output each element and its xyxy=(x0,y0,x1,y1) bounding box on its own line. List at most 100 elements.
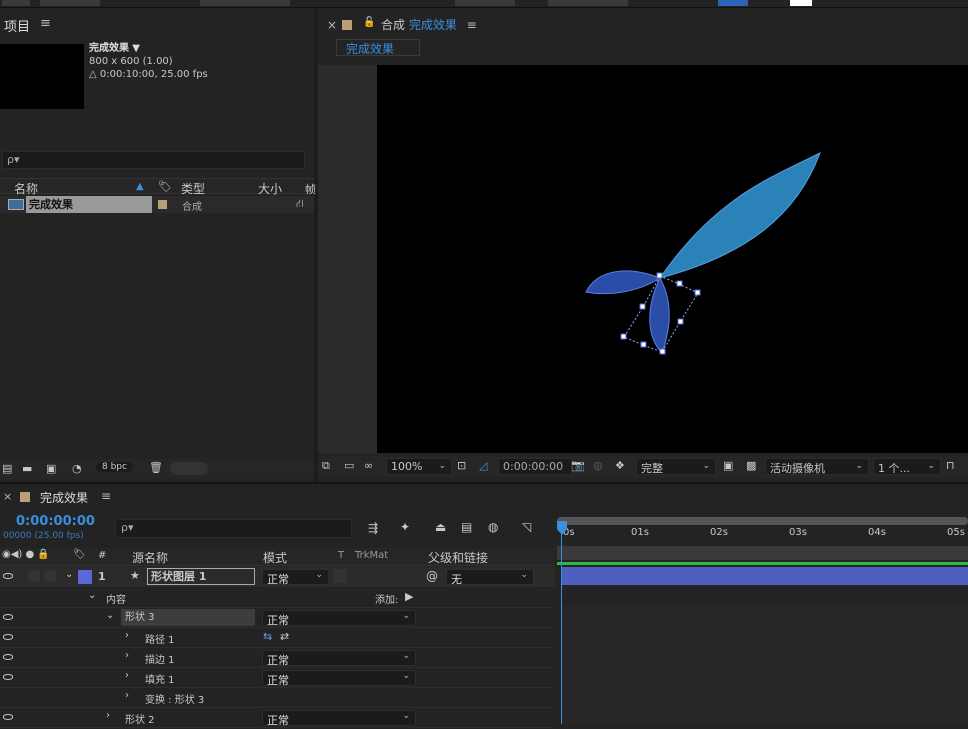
interpret-footage-icon[interactable]: ▤ xyxy=(2,462,12,475)
col-parent[interactable]: 父级和链接 xyxy=(428,549,488,566)
panel-menu-icon[interactable]: ≡ xyxy=(467,18,477,32)
camera-icon[interactable]: 📷 xyxy=(571,459,585,472)
graph-editor-icon[interactable]: ◹ xyxy=(522,520,531,534)
layer-duration-bar[interactable] xyxy=(562,567,968,585)
tool-color-swatch[interactable] xyxy=(790,0,812,6)
chevron-right-icon[interactable]: › xyxy=(125,670,129,681)
chevron-down-icon[interactable]: ⌄ xyxy=(106,610,114,621)
av-features-icons[interactable]: ◉◀) ● 🔒 xyxy=(2,549,50,560)
chevron-right-icon[interactable]: › xyxy=(125,650,129,661)
3d-glasses-icon[interactable]: ∞ xyxy=(364,459,373,472)
add-button-icon[interactable]: ▶ xyxy=(405,590,413,603)
resolution-dropdown[interactable]: 完整 ⌄ xyxy=(636,458,716,475)
lock-icon[interactable]: 🔓 xyxy=(363,17,375,28)
transform-row[interactable]: › 变换 : 形状 3 xyxy=(0,688,555,708)
lock-toggle[interactable] xyxy=(44,570,56,582)
panel-menu-icon[interactable]: ≡ xyxy=(101,489,111,503)
show-snapshot-icon[interactable]: ◍ xyxy=(593,459,603,472)
parent-dropdown[interactable]: 无 ⌄ xyxy=(446,569,534,586)
project-search-input[interactable]: ρ▾ xyxy=(2,151,305,169)
project-item-row[interactable]: 完成效果 合成 ⛙ xyxy=(0,196,314,213)
path-direction-icon[interactable]: ⇆ xyxy=(263,630,272,643)
toggle-pixel-aspect-icon[interactable]: ⊓ xyxy=(946,459,955,472)
shape-group-name[interactable]: 形状 2 xyxy=(125,711,155,726)
col-size[interactable]: 大小 xyxy=(258,180,282,197)
label-color-swatch[interactable] xyxy=(158,200,167,209)
bpc-button[interactable]: 8 bpc xyxy=(96,462,133,472)
col-name[interactable]: 名称 xyxy=(14,180,38,197)
shape-group-row[interactable]: › 形状 2 正常 ⌄ xyxy=(0,708,555,728)
eye-icon[interactable] xyxy=(3,634,13,640)
eye-icon[interactable] xyxy=(3,573,13,579)
chevron-down-icon[interactable]: ⌄ xyxy=(88,590,96,601)
comp-breadcrumb[interactable]: 完成效果 xyxy=(336,39,420,56)
chevron-right-icon[interactable]: › xyxy=(125,630,129,641)
current-time-display[interactable]: 0:00:00:00 xyxy=(16,514,95,529)
channels-icon[interactable]: ❖ xyxy=(615,459,625,472)
path-reverse-icon[interactable]: ⇄ xyxy=(280,630,289,643)
draft-3d-icon[interactable]: ✦ xyxy=(400,520,410,534)
tool-active[interactable] xyxy=(718,0,748,6)
transparency-grid-icon[interactable]: ▩ xyxy=(746,459,756,472)
shape-mode-dropdown[interactable]: 正常 ⌄ xyxy=(262,710,416,727)
path-row[interactable]: › 路径 1 ⇆ ⇄ xyxy=(0,628,555,648)
panel-menu-icon[interactable]: ≡ xyxy=(40,16,51,31)
work-area-bar[interactable] xyxy=(557,517,968,525)
time-ruler[interactable]: 0s 01s 02s 03s 04s 05s xyxy=(555,525,968,547)
chevron-down-icon[interactable]: ⌄ xyxy=(65,569,73,580)
chevron-right-icon[interactable]: › xyxy=(106,710,110,721)
contents-row[interactable]: ⌄ 内容 添加: ▶ xyxy=(0,588,555,608)
tool-selection[interactable] xyxy=(2,0,30,6)
layer-row[interactable]: ⌄ 1 ★ 形状图层 1 正常 ⌄ @ 无 ⌄ xyxy=(0,567,555,587)
zoom-dropdown[interactable]: 100% ⌄ xyxy=(386,458,452,475)
camera-dropdown[interactable]: 活动摄像机 ⌄ xyxy=(765,458,869,475)
col-mode[interactable]: 模式 xyxy=(263,549,287,566)
label-tag-icon[interactable]: 🏷 xyxy=(73,549,86,560)
mask-visibility-icon[interactable]: ◿ xyxy=(479,459,487,472)
project-item-name[interactable]: 完成效果 xyxy=(26,196,152,213)
new-comp-icon[interactable]: ▣ xyxy=(46,462,56,475)
new-folder-icon[interactable]: ▬ xyxy=(22,462,32,475)
fill-row[interactable]: › 填充 1 正常 ⌄ xyxy=(0,668,555,688)
fill-mode-dropdown[interactable]: 正常 ⌄ xyxy=(262,670,416,687)
label-color-swatch[interactable] xyxy=(78,570,92,584)
eye-icon[interactable] xyxy=(3,614,13,620)
monitor-icon[interactable]: ▭ xyxy=(344,459,354,472)
col-type[interactable]: 类型 xyxy=(181,180,205,197)
col-source-name[interactable]: 源名称 xyxy=(132,549,168,566)
stroke-mode-dropdown[interactable]: 正常 ⌄ xyxy=(262,650,416,667)
chevron-down-icon[interactable]: ▼ xyxy=(132,43,140,54)
shape-group-row[interactable]: ⌄ 形状 3 正常 ⌄ xyxy=(0,608,555,628)
timeline-search-input[interactable]: ρ▾ xyxy=(115,519,352,538)
eye-icon[interactable] xyxy=(3,714,13,720)
shape-mode-dropdown[interactable]: 正常 ⌄ xyxy=(262,610,416,627)
trkmat-toggle[interactable] xyxy=(333,569,347,583)
project-settings-icon[interactable]: ◔ xyxy=(72,462,82,475)
layer-mode-dropdown[interactable]: 正常 ⌄ xyxy=(262,569,329,586)
views-dropdown[interactable]: 1 个... ⌄ xyxy=(873,458,941,475)
comp-canvas[interactable] xyxy=(377,65,968,453)
eye-icon[interactable] xyxy=(3,654,13,660)
sort-asc-icon[interactable]: ▲ xyxy=(136,181,144,192)
tool-group[interactable] xyxy=(455,0,515,6)
thumbnail-slider[interactable] xyxy=(170,462,208,475)
region-of-interest-icon[interactable]: ▣ xyxy=(723,459,733,472)
current-time-field[interactable]: 0:00:00:00 xyxy=(498,458,572,475)
flowchart-icon[interactable]: ⛙ xyxy=(296,197,304,212)
close-icon[interactable]: × xyxy=(3,490,12,503)
eye-icon[interactable] xyxy=(3,674,13,680)
layer-name[interactable]: 形状图层 1 xyxy=(147,568,255,585)
solo-toggle[interactable] xyxy=(28,570,40,582)
col-frame[interactable]: 帧 xyxy=(305,181,316,197)
trash-icon[interactable]: 🗑 xyxy=(149,461,163,474)
tool-group[interactable] xyxy=(200,0,290,6)
shape-group-name[interactable]: 形状 3 xyxy=(121,609,255,626)
pickwhip-icon[interactable]: @ xyxy=(426,569,438,583)
chevron-right-icon[interactable]: › xyxy=(125,690,129,701)
comp-mini-flowchart-icon[interactable]: ⇶ xyxy=(368,521,378,535)
tool-group[interactable] xyxy=(40,0,100,6)
label-tag-icon[interactable]: 🏷 xyxy=(158,180,172,193)
fit-icon[interactable]: ⊡ xyxy=(457,459,466,472)
motion-blur-icon[interactable]: ◍ xyxy=(488,520,498,534)
timeline-tab[interactable]: × 完成效果 ≡ xyxy=(0,488,555,508)
